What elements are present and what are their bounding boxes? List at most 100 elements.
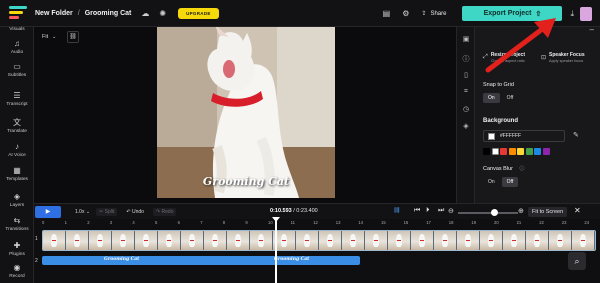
sidebar-label-plugins: Plugins — [9, 252, 25, 257]
app-logo[interactable] — [9, 6, 27, 20]
video-caption[interactable]: Grooming Cat — [157, 175, 335, 188]
subtitles-icon: ▭ — [13, 62, 21, 71]
speaker-focus-option[interactable]: ⊡ Speaker Focus Apply speaker focus — [541, 52, 593, 70]
playhead[interactable] — [275, 219, 277, 283]
ruler-tick: 2 — [87, 220, 90, 225]
color-swatch[interactable] — [500, 148, 507, 155]
ruler-tick: 15 — [381, 220, 386, 225]
templates-icon: ▦ — [13, 166, 21, 175]
project-name[interactable]: Grooming Cat — [85, 10, 132, 17]
sidebar-item-templates[interactable]: ▦ Templates — [0, 166, 34, 182]
skip-back-icon[interactable]: ⏮ — [414, 207, 420, 215]
zoom-out-icon[interactable]: ⊖ — [448, 207, 454, 215]
export-project-button[interactable]: Export Project ⇧ — [462, 6, 563, 21]
play-circle-icon[interactable]: ⏵ — [426, 207, 430, 215]
layers-stack-icon[interactable]: ◈ — [461, 122, 471, 130]
sidebar-item-transitions[interactable]: ⇆ Transitions — [0, 216, 34, 232]
undo-label: Undo — [131, 208, 144, 215]
zoom-slider-handle[interactable] — [491, 209, 498, 216]
download-icon[interactable]: ⤓ — [570, 9, 574, 19]
split-label: Split — [104, 208, 115, 215]
color-swatch[interactable] — [534, 148, 541, 155]
snap-on-button[interactable]: On — [483, 93, 500, 103]
search-button[interactable]: ⌕ — [568, 252, 586, 270]
color-swatch[interactable] — [491, 148, 499, 155]
upgrade-button[interactable]: UPGRADE — [178, 7, 219, 19]
color-swatch[interactable] — [542, 148, 550, 155]
settings-gear-icon[interactable]: ⚙ — [402, 9, 409, 18]
properties-tool-strip: ▣ ⓘ ▯ ⌗ ◷ ◈ — [456, 27, 474, 203]
user-avatar[interactable] — [580, 6, 592, 21]
share-button[interactable]: ⇪ Share — [421, 10, 446, 18]
close-icon[interactable]: ✕ — [574, 206, 581, 215]
color-swatch[interactable] — [517, 148, 524, 155]
info-circle-icon[interactable]: ⓘ — [520, 166, 525, 172]
breadcrumb-folder[interactable]: New Folder — [35, 10, 73, 17]
sidebar-item-transcript[interactable]: ☰ Transcript — [0, 91, 34, 107]
video-preview[interactable]: Grooming Cat — [157, 27, 335, 198]
record-icon: ◉ — [13, 263, 21, 272]
resize-project-option[interactable]: ⤢ Resize Project Change aspect ratio — [483, 52, 535, 70]
transcript-icon: ☰ — [13, 91, 21, 100]
sidebar-item-translate[interactable]: 文 Translate — [0, 118, 34, 134]
ruler-tick: 0 — [42, 220, 45, 225]
total-time: / 0:23.400 — [293, 208, 318, 214]
eyedropper-icon[interactable]: ✎ — [573, 131, 579, 139]
background-color-field[interactable]: #FFFFFF — [483, 130, 565, 142]
phone-icon[interactable]: ▯ — [461, 71, 471, 79]
canvas-area: Fit ⌄ ⛓ Grooming Cat — [34, 27, 456, 203]
color-swatch[interactable] — [525, 148, 533, 155]
comments-icon[interactable]: ▤ — [383, 9, 391, 18]
canvas-blur-toggle: On Off — [483, 177, 519, 187]
redo-button[interactable]: ↷ Redo — [152, 207, 177, 216]
waveform-icon[interactable]: ⫼⫼ — [394, 208, 400, 215]
fit-to-screen-button[interactable]: Fit to Screen — [528, 207, 568, 217]
playhead-handle[interactable] — [272, 217, 280, 222]
sidebar-label-audio: Audio — [10, 50, 24, 55]
clip-thumbnail — [89, 231, 112, 250]
sidebar-item-subtitles[interactable]: ▭ Subtitles — [0, 62, 34, 78]
sidebar-item-ai-voice[interactable]: ♪ AI Voice — [0, 142, 34, 158]
panel-menu-icon[interactable]: – — [590, 25, 594, 34]
chevron-down-icon: ⌄ — [52, 34, 57, 40]
sidebar-item-audio[interactable]: ♫ Audio — [0, 39, 34, 55]
text-clip[interactable]: Grooming Cat Grooming Cat — [42, 256, 360, 265]
timer-icon[interactable]: ◷ — [461, 105, 471, 113]
snap-off-button[interactable]: Off — [502, 93, 519, 103]
cloud-icon[interactable]: ☁ — [141, 9, 149, 18]
info-icon[interactable]: ⓘ — [461, 54, 471, 64]
undo-button[interactable]: ↶ Undo — [123, 208, 147, 216]
clip-thumbnail — [457, 231, 480, 250]
blur-off-button[interactable]: Off — [501, 177, 519, 187]
split-button[interactable]: ✂ Split — [96, 207, 118, 216]
resize-project-text: Resize Project Change aspect ratio — [491, 52, 525, 63]
blur-on-button[interactable]: On — [483, 177, 500, 187]
video-clip[interactable] — [42, 230, 596, 251]
play-button[interactable]: ▶ — [35, 205, 61, 218]
canvas-icon[interactable]: ▣ — [461, 35, 471, 43]
fit-dropdown[interactable]: Fit ⌄ — [39, 31, 59, 43]
sidebar-item-record[interactable]: ◉ Record — [0, 263, 34, 279]
redo-label: Redo — [161, 208, 174, 215]
sidebar-item-layers[interactable]: ◈ Layers — [0, 192, 34, 208]
color-swatch[interactable] — [483, 148, 490, 155]
canvas-options-row: ⤢ Resize Project Change aspect ratio ⊡ S… — [483, 52, 593, 70]
canvas-frame-icon[interactable]: ⌗ — [461, 88, 471, 96]
ruler-tick: 12 — [313, 220, 318, 225]
speed-selector[interactable]: 1.0x ⌄ — [75, 209, 90, 215]
color-swatch[interactable] — [508, 148, 516, 155]
color-swatches — [483, 148, 550, 155]
timeline-ruler[interactable]: 0 1 2 3 4 5 6 7 8 9 10 11 12 13 14 15 16 17 18 19 20 21 22 23 24 — [34, 219, 600, 228]
lightbulb-icon[interactable]: ✺ — [159, 9, 166, 18]
sidebar-item-visuals[interactable]: Visuals — [0, 25, 34, 32]
sidebar-item-plugins[interactable]: ✚ Plugins — [0, 241, 34, 257]
chevron-down-icon: ⌄ — [85, 208, 91, 215]
zoom-slider-track[interactable] — [458, 212, 518, 214]
skip-forward-icon[interactable]: ⏭ — [438, 207, 444, 215]
breadcrumb-separator: / — [77, 9, 80, 17]
share-icon: ⇪ — [421, 11, 427, 17]
zoom-in-icon[interactable]: ⊕ — [518, 207, 524, 215]
snap-to-grid-label: Snap to Grid — [483, 82, 514, 88]
link-icon[interactable]: ⛓ — [67, 31, 79, 43]
clip-thumbnail — [572, 231, 595, 250]
